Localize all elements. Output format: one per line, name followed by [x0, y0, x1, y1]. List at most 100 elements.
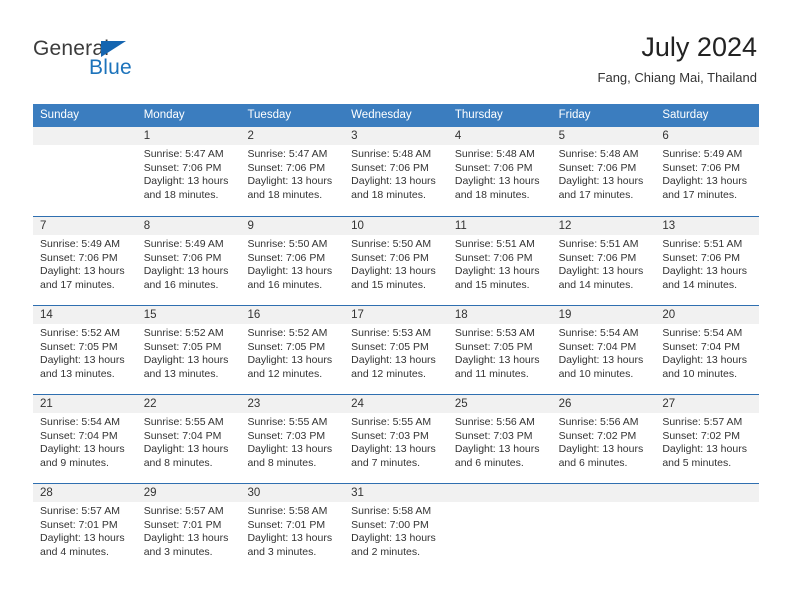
- daylight-text: Daylight: 13 hours and 5 minutes.: [662, 443, 747, 469]
- calendar-page: General Blue July 2024 Fang, Chiang Mai,…: [0, 0, 792, 612]
- day-cell[interactable]: [551, 484, 656, 572]
- sunrise-text: Sunrise: 5:48 AM: [454, 148, 535, 160]
- sunset-text: Sunset: 7:06 PM: [40, 251, 118, 264]
- sunset-text: Sunset: 7:06 PM: [351, 161, 429, 174]
- week-row: 14 Sunrise: 5:52 AM Sunset: 7:05 PM Dayl…: [33, 305, 760, 394]
- daylight-text: Daylight: 13 hours and 9 minutes.: [40, 443, 125, 469]
- day-cell[interactable]: 17 Sunrise: 5:53 AM Sunset: 7:05 PM Dayl…: [344, 306, 448, 394]
- day-number: 2: [240, 127, 345, 145]
- day-cell[interactable]: 21 Sunrise: 5:54 AM Sunset: 7:04 PM Dayl…: [33, 395, 137, 483]
- day-number: 24: [344, 395, 448, 413]
- day-cell[interactable]: 14 Sunrise: 5:52 AM Sunset: 7:05 PM Dayl…: [33, 306, 137, 394]
- sunrise-text: Sunrise: 5:54 AM: [662, 327, 743, 339]
- general-blue-logo[interactable]: General Blue: [33, 37, 213, 87]
- day-cell[interactable]: 27 Sunrise: 5:57 AM Sunset: 7:02 PM Dayl…: [655, 395, 760, 483]
- day-number: 6: [655, 127, 760, 145]
- sunset-text: Sunset: 7:03 PM: [247, 429, 326, 442]
- day-cell[interactable]: 18 Sunrise: 5:53 AM Sunset: 7:05 PM Dayl…: [447, 306, 552, 394]
- day-cell[interactable]: 24 Sunrise: 5:55 AM Sunset: 7:03 PM Dayl…: [344, 395, 448, 483]
- daylight-text: Daylight: 13 hours and 4 minutes.: [40, 532, 125, 558]
- weekday-header-wednesday: Wednesday: [351, 109, 412, 121]
- day-number: 3: [344, 127, 448, 145]
- day-cell[interactable]: 13 Sunrise: 5:51 AM Sunset: 7:06 PM Dayl…: [655, 217, 760, 305]
- sunrise-text: Sunrise: 5:51 AM: [662, 238, 743, 250]
- sunrise-text: Sunrise: 5:58 AM: [247, 505, 328, 517]
- day-details: Sunrise: 5:56 AM Sunset: 7:02 PM Dayligh…: [552, 413, 656, 470]
- day-number: 21: [33, 395, 137, 413]
- day-cell[interactable]: 9 Sunrise: 5:50 AM Sunset: 7:06 PM Dayli…: [240, 217, 345, 305]
- sunrise-text: Sunrise: 5:52 AM: [247, 327, 328, 339]
- daylight-text: Daylight: 13 hours and 7 minutes.: [351, 443, 436, 469]
- day-cell[interactable]: 11 Sunrise: 5:51 AM Sunset: 7:06 PM Dayl…: [447, 217, 552, 305]
- day-cell[interactable]: [655, 484, 760, 572]
- day-cell[interactable]: 16 Sunrise: 5:52 AM Sunset: 7:05 PM Dayl…: [240, 306, 345, 394]
- sunrise-text: Sunrise: 5:47 AM: [247, 148, 328, 160]
- day-details: Sunrise: 5:54 AM Sunset: 7:04 PM Dayligh…: [33, 413, 137, 470]
- day-number: [655, 484, 760, 502]
- day-cell[interactable]: 30 Sunrise: 5:58 AM Sunset: 7:01 PM Dayl…: [240, 484, 345, 572]
- day-cell[interactable]: 25 Sunrise: 5:56 AM Sunset: 7:03 PM Dayl…: [447, 395, 552, 483]
- day-cell[interactable]: 29 Sunrise: 5:57 AM Sunset: 7:01 PM Dayl…: [136, 484, 241, 572]
- weekday-header-tuesday: Tuesday: [247, 109, 292, 121]
- day-details: Sunrise: 5:57 AM Sunset: 7:01 PM Dayligh…: [33, 502, 137, 559]
- day-details: [655, 502, 759, 505]
- day-number: 22: [136, 395, 241, 413]
- day-cell[interactable]: 28 Sunrise: 5:57 AM Sunset: 7:01 PM Dayl…: [33, 484, 137, 572]
- day-details: Sunrise: 5:57 AM Sunset: 7:02 PM Dayligh…: [655, 413, 759, 470]
- page-title: July 2024: [641, 32, 757, 62]
- logo-text-blue: Blue: [89, 56, 132, 79]
- daylight-text: Daylight: 13 hours and 3 minutes.: [247, 532, 333, 558]
- sunset-text: Sunset: 7:02 PM: [662, 429, 740, 442]
- day-cell[interactable]: 23 Sunrise: 5:55 AM Sunset: 7:03 PM Dayl…: [240, 395, 345, 483]
- day-details: Sunrise: 5:48 AM Sunset: 7:06 PM Dayligh…: [448, 145, 552, 202]
- sunset-text: Sunset: 7:05 PM: [247, 340, 326, 353]
- day-cell[interactable]: 31 Sunrise: 5:58 AM Sunset: 7:00 PM Dayl…: [344, 484, 448, 572]
- daylight-text: Daylight: 13 hours and 17 minutes.: [558, 175, 644, 201]
- day-cell[interactable]: 15 Sunrise: 5:52 AM Sunset: 7:05 PM Dayl…: [136, 306, 241, 394]
- sunrise-text: Sunrise: 5:51 AM: [558, 238, 639, 250]
- sunset-text: Sunset: 7:06 PM: [247, 161, 326, 174]
- weekday-header-sunday: Sunday: [40, 109, 80, 121]
- day-number: [447, 484, 552, 502]
- day-details: Sunrise: 5:49 AM Sunset: 7:06 PM Dayligh…: [33, 235, 137, 292]
- sunset-text: Sunset: 7:06 PM: [143, 161, 222, 174]
- day-details: Sunrise: 5:58 AM Sunset: 7:00 PM Dayligh…: [344, 502, 448, 559]
- day-cell[interactable]: 20 Sunrise: 5:54 AM Sunset: 7:04 PM Dayl…: [655, 306, 760, 394]
- daylight-text: Daylight: 13 hours and 3 minutes.: [143, 532, 229, 558]
- day-cell[interactable]: 10 Sunrise: 5:50 AM Sunset: 7:06 PM Dayl…: [344, 217, 448, 305]
- sunrise-text: Sunrise: 5:54 AM: [40, 416, 120, 428]
- day-details: Sunrise: 5:53 AM Sunset: 7:05 PM Dayligh…: [344, 324, 448, 381]
- sunrise-text: Sunrise: 5:51 AM: [454, 238, 535, 250]
- day-cell[interactable]: 8 Sunrise: 5:49 AM Sunset: 7:06 PM Dayli…: [136, 217, 241, 305]
- sunset-text: Sunset: 7:04 PM: [558, 340, 637, 353]
- day-details: Sunrise: 5:54 AM Sunset: 7:04 PM Dayligh…: [552, 324, 656, 381]
- daylight-text: Daylight: 13 hours and 18 minutes.: [143, 175, 229, 201]
- day-cell[interactable]: 1 Sunrise: 5:47 AM Sunset: 7:06 PM Dayli…: [136, 127, 241, 216]
- sunrise-text: Sunrise: 5:55 AM: [351, 416, 432, 428]
- day-cell[interactable]: 4 Sunrise: 5:48 AM Sunset: 7:06 PM Dayli…: [447, 127, 552, 216]
- day-details: Sunrise: 5:56 AM Sunset: 7:03 PM Dayligh…: [448, 413, 552, 470]
- day-cell[interactable]: [447, 484, 552, 572]
- sunset-text: Sunset: 7:05 PM: [351, 340, 429, 353]
- day-details: Sunrise: 5:49 AM Sunset: 7:06 PM Dayligh…: [655, 145, 759, 202]
- day-details: Sunrise: 5:48 AM Sunset: 7:06 PM Dayligh…: [344, 145, 448, 202]
- day-cell[interactable]: 3 Sunrise: 5:48 AM Sunset: 7:06 PM Dayli…: [344, 127, 448, 216]
- day-cell[interactable]: 5 Sunrise: 5:48 AM Sunset: 7:06 PM Dayli…: [551, 127, 656, 216]
- day-cell[interactable]: 12 Sunrise: 5:51 AM Sunset: 7:06 PM Dayl…: [551, 217, 656, 305]
- day-cell[interactable]: 26 Sunrise: 5:56 AM Sunset: 7:02 PM Dayl…: [551, 395, 656, 483]
- day-cell[interactable]: 19 Sunrise: 5:54 AM Sunset: 7:04 PM Dayl…: [551, 306, 656, 394]
- daylight-text: Daylight: 13 hours and 13 minutes.: [143, 354, 229, 380]
- day-cell[interactable]: 6 Sunrise: 5:49 AM Sunset: 7:06 PM Dayli…: [655, 127, 760, 216]
- day-cell[interactable]: 2 Sunrise: 5:47 AM Sunset: 7:06 PM Dayli…: [240, 127, 345, 216]
- sunrise-text: Sunrise: 5:47 AM: [143, 148, 224, 160]
- day-number: 9: [240, 217, 345, 235]
- daylight-text: Daylight: 13 hours and 18 minutes.: [454, 175, 540, 201]
- day-cell[interactable]: [33, 127, 137, 216]
- page-subtitle: Fang, Chiang Mai, Thailand: [597, 70, 757, 85]
- day-cell[interactable]: 7 Sunrise: 5:49 AM Sunset: 7:06 PM Dayli…: [33, 217, 137, 305]
- day-number: 20: [655, 306, 760, 324]
- day-cell[interactable]: 22 Sunrise: 5:55 AM Sunset: 7:04 PM Dayl…: [136, 395, 241, 483]
- day-number: 10: [344, 217, 448, 235]
- day-details: Sunrise: 5:54 AM Sunset: 7:04 PM Dayligh…: [655, 324, 759, 381]
- daylight-text: Daylight: 13 hours and 18 minutes.: [351, 175, 436, 201]
